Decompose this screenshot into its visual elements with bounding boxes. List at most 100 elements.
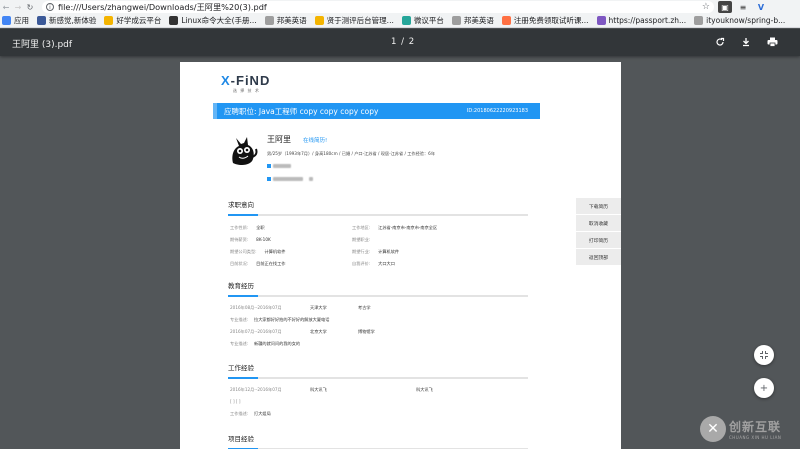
section-education: 教育经历	[228, 280, 528, 297]
intention-row: 期待薪资: 8K-10K	[230, 237, 271, 243]
section-divider	[228, 213, 528, 216]
rotate-icon[interactable]	[714, 36, 726, 48]
candidate-meta: 男/25岁（1993年7月）/ 身高180cm / 已婚 / 户口-江苏省 / …	[267, 151, 436, 156]
extension-dark-icon[interactable]: ▣	[718, 1, 732, 13]
edu-major: 博物馆学	[358, 329, 375, 334]
reload-icon[interactable]: ↻	[24, 3, 36, 12]
work-note: [ ] [ ]	[230, 399, 241, 404]
extension-v-icon[interactable]: V	[754, 1, 768, 13]
bookmark-label: 好学成云平台	[116, 16, 162, 25]
section-heading: 求职意向	[228, 201, 254, 209]
field-value: 8K-10K	[256, 237, 271, 242]
work-company: 科大讯飞	[310, 387, 327, 392]
bookmark-star-icon[interactable]: ☆	[702, 2, 714, 12]
section-heading: 工作经验	[228, 364, 254, 372]
intention-row: 工作性质: 全职	[230, 225, 265, 231]
watermark-title: 创新互联	[729, 419, 782, 434]
page-current[interactable]: 1	[391, 37, 397, 47]
extension-icon[interactable]: ≡	[736, 1, 750, 13]
globe-icon	[596, 16, 606, 25]
download-icon[interactable]	[740, 36, 752, 48]
bookmark-label: 应用	[14, 16, 29, 25]
watermark-logo: ✕ 创新互联 CHUANG XIN HU LIAN	[700, 408, 800, 449]
page-icon	[694, 16, 704, 25]
field-label: 期望行业:	[352, 249, 371, 254]
edu-school: 北京大学	[310, 329, 327, 334]
bookmark-label: 邦美英语	[276, 16, 307, 25]
field-label: 自我评价:	[352, 261, 371, 266]
edu-desc: 拉大家都好好拍的不好好的解放大厦电话	[254, 317, 330, 322]
page-icon	[451, 16, 461, 25]
url-text[interactable]: file:///Users/zhangwei/Downloads/王阿里%20(…	[58, 1, 267, 13]
bookmark-item[interactable]: 新感觉,新体验	[37, 15, 96, 26]
section-work: 工作经验	[228, 362, 528, 379]
field-label: 期望公司类型:	[230, 249, 257, 254]
bookmark-label: https://passport.zh...	[608, 16, 687, 25]
bookmark-item[interactable]: 好学成云平台	[104, 15, 161, 26]
work-company-2: 科大讯飞	[416, 387, 433, 392]
intention-row: 期望公司类型: 计算机软件	[230, 249, 286, 255]
section-heading: 项目经验	[228, 435, 254, 443]
back-icon[interactable]: ←	[0, 3, 12, 12]
email-redacted-2	[309, 177, 313, 181]
page-separator: /	[401, 37, 409, 47]
logo-subtitle: 选 择 技 术	[233, 88, 260, 93]
bookmark-item[interactable]: 微议平台	[401, 15, 444, 26]
logo-prefix: X	[221, 73, 231, 88]
page-indicator: 1 / 2	[391, 37, 415, 47]
omnibox[interactable]: i file:///Users/zhangwei/Downloads/王阿里%2…	[42, 1, 714, 13]
phone-redacted	[273, 164, 291, 168]
field-value: 大口大口	[378, 261, 395, 266]
pdf-toolbar: 王阿里 (3).pdf 1 / 2	[0, 29, 800, 56]
bookmark-label: Linux命令大全(手册...	[181, 16, 257, 25]
back-to-top-button[interactable]: 返回顶部	[576, 249, 621, 265]
field-value: 全职	[256, 225, 265, 230]
edu-desc: 新疆的就问问的我的女的	[254, 341, 301, 346]
v-icon	[401, 16, 411, 25]
bookmark-label: 贤于测评后台管理...	[326, 16, 394, 25]
field-label: 期望职业:	[352, 237, 371, 242]
intention-row: 期望行业: 计算机软件	[352, 249, 399, 255]
bookmarks-bar: 应用 新感觉,新体验 好学成云平台 Linux命令大全(手册... 邦美英语 贤于测评后台…	[0, 14, 800, 28]
edu-date: 2016年08月--2016年07月	[230, 305, 282, 310]
watermark-icon: ✕	[700, 415, 726, 442]
fit-page-button[interactable]	[754, 345, 774, 365]
banner-accent	[213, 103, 217, 119]
field-label: 期待薪资:	[230, 237, 249, 242]
phone-row	[267, 164, 291, 168]
forward-icon[interactable]: →	[12, 3, 24, 12]
field-value: 江苏省-南京市-南京市-南京全区	[378, 225, 438, 230]
apps-grid-icon	[2, 16, 11, 25]
online-resume-link[interactable]: 在线简历!	[303, 136, 327, 144]
page-total: 2	[408, 37, 416, 47]
print-icon[interactable]	[766, 36, 778, 48]
field-label: 工作地区:	[352, 225, 371, 230]
pdf-title: 王阿里 (3).pdf	[12, 40, 73, 50]
phone-icon	[267, 164, 271, 168]
bookmark-item[interactable]: ityouknow/spring-b...	[694, 16, 785, 25]
print-resume-button[interactable]: 打印简历	[576, 232, 621, 248]
address-bar: ← → ↻ i file:///Users/zhangwei/Downloads…	[0, 0, 800, 14]
email-row	[267, 177, 313, 181]
bookmark-label: 微议平台	[413, 16, 444, 25]
bookmark-item[interactable]: 邦美英语	[451, 15, 494, 26]
position-banner: 应聘职位: Java工程师 copy copy copy copy ID:201…	[213, 103, 540, 119]
bookmark-item[interactable]: 应用	[2, 15, 29, 26]
field-label: 目前状况:	[230, 261, 249, 266]
info-icon[interactable]: i	[46, 3, 54, 11]
edu-desc-label: 专业描述:	[230, 341, 249, 346]
section-intention: 求职意向	[228, 199, 528, 216]
bookmark-item[interactable]: Linux命令大全(手册...	[169, 15, 257, 26]
zoom-in-button[interactable]: +	[754, 378, 774, 398]
edu-school: 天津大学	[310, 305, 327, 310]
bookmark-item[interactable]: 邦美英语	[264, 15, 307, 26]
cancel-favorite-button[interactable]: 取消收藏	[576, 215, 621, 231]
field-value: 计算机软件	[264, 249, 286, 254]
watermark-subtitle: CHUANG XIN HU LIAN	[729, 434, 782, 440]
section-project: 项目经验	[228, 433, 528, 449]
bookmark-item[interactable]: 注册免费领取试听课...	[501, 15, 589, 26]
bookmark-item[interactable]: 贤于测评后台管理...	[314, 15, 394, 26]
download-resume-button[interactable]: 下载简历	[576, 198, 621, 214]
edu-desc-label: 专业描述:	[230, 317, 249, 322]
bookmark-item[interactable]: https://passport.zh...	[596, 16, 687, 25]
